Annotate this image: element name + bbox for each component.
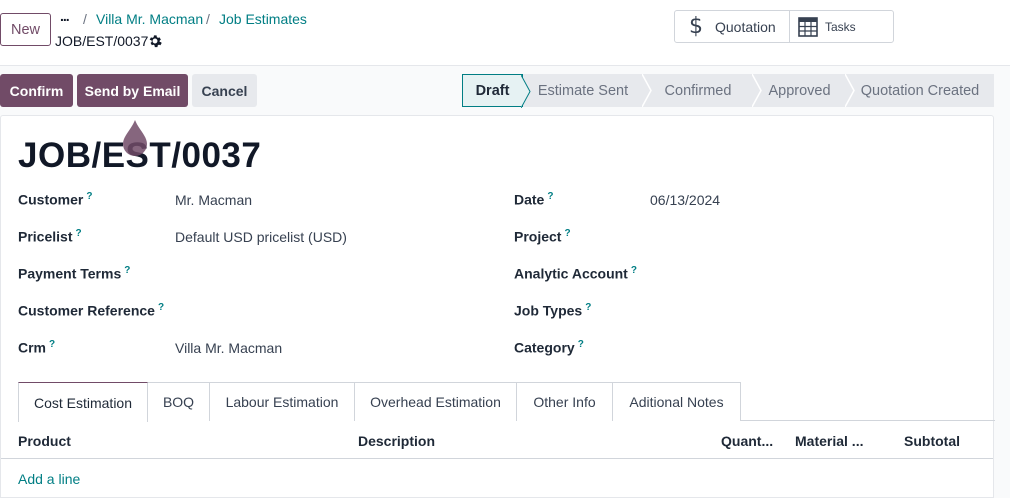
customer-label: Customer? <box>18 191 93 208</box>
job-types-label: Job Types? <box>514 302 592 319</box>
tab-cost-estimation[interactable]: Cost Estimation <box>18 382 148 422</box>
help-tooltip-icon[interactable]: ? <box>75 228 81 239</box>
help-tooltip-icon[interactable]: ? <box>158 302 164 313</box>
help-tooltip-icon[interactable]: ? <box>631 265 637 276</box>
cancel-button[interactable]: Cancel <box>192 74 257 107</box>
stage-label: Approved <box>768 82 831 99</box>
breadcrumb-link-villa[interactable]: Villa Mr. Macman <box>96 11 203 27</box>
help-tooltip-icon[interactable]: ? <box>86 191 92 202</box>
help-tooltip-icon[interactable]: ? <box>124 265 130 276</box>
stage-arrow <box>521 75 531 108</box>
stage-quotation-created[interactable]: Quotation Created <box>846 74 994 107</box>
pricelist-value[interactable]: Default USD pricelist (USD) <box>175 229 347 245</box>
stage-arrow <box>752 74 762 107</box>
dollar-icon: $ <box>689 14 703 39</box>
cursor-drop-icon <box>123 120 147 156</box>
tasks-smart-button[interactable]: Tasks <box>790 11 893 42</box>
tab-other-info[interactable]: Other Info <box>517 382 613 421</box>
project-label: Project? <box>514 228 571 245</box>
payment-terms-field[interactable] <box>175 266 475 284</box>
help-tooltip-icon[interactable]: ? <box>547 191 553 202</box>
stage-arrow <box>642 74 652 107</box>
customer-reference-label: Customer Reference? <box>18 302 165 319</box>
tab-aditional-notes[interactable]: Aditional Notes <box>613 382 741 421</box>
send-by-email-button[interactable]: Send by Email <box>77 74 188 107</box>
column-quantity[interactable]: Quant... <box>721 433 773 449</box>
customer-value[interactable]: Mr. Macman <box>175 192 252 208</box>
control-panel: New ... / Villa Mr. Macman / Job Estimat… <box>0 0 1010 66</box>
stage-arrow <box>845 74 855 107</box>
category-field[interactable] <box>650 340 950 358</box>
stage-label: Quotation Created <box>860 82 980 99</box>
table-header: Product Description Quant... Material ..… <box>1 421 993 459</box>
help-tooltip-icon[interactable]: ? <box>585 302 591 313</box>
quotation-smart-button[interactable]: $ Quotation <box>675 11 790 42</box>
analytic-account-field[interactable] <box>650 266 950 284</box>
add-a-line-link[interactable]: Add a line <box>18 471 80 487</box>
column-subtotal[interactable]: Subtotal <box>904 433 960 449</box>
help-tooltip-icon[interactable]: ? <box>578 339 584 350</box>
gear-icon[interactable] <box>148 34 162 48</box>
category-label: Category? <box>514 339 584 356</box>
record-name: JOB/EST/0037 <box>55 33 149 49</box>
column-description[interactable]: Description <box>358 433 435 449</box>
stage-confirmed[interactable]: Confirmed <box>643 74 762 107</box>
statusbar: Draft Estimate Sent Confirmed Approved Q… <box>462 74 994 108</box>
tab-labour-estimation[interactable]: Labour Estimation <box>210 382 355 421</box>
stage-label: Draft <box>475 82 510 99</box>
tasks-label: Tasks <box>825 19 856 34</box>
project-field[interactable] <box>650 229 950 247</box>
column-product[interactable]: Product <box>18 433 71 449</box>
stage-estimate-sent[interactable]: Estimate Sent <box>523 74 652 107</box>
date-value[interactable]: 06/13/2024 <box>650 192 720 208</box>
stage-label: Confirmed <box>664 82 732 99</box>
help-tooltip-icon[interactable]: ? <box>564 228 570 239</box>
tab-overhead-estimation[interactable]: Overhead Estimation <box>355 382 517 421</box>
confirm-button[interactable]: Confirm <box>0 74 73 107</box>
form-sheet: JOB/EST/0037 Customer? Mr. Macman Pricel… <box>0 115 995 498</box>
crm-value[interactable]: Villa Mr. Macman <box>175 340 282 356</box>
breadcrumb-separator: / <box>83 11 87 27</box>
breadcrumb-link-job-estimates[interactable]: Job Estimates <box>219 11 307 27</box>
notebook-tabs: Cost Estimation BOQ Labour Estimation Ov… <box>18 382 995 422</box>
quotation-label: Quotation <box>715 18 776 35</box>
payment-terms-label: Payment Terms? <box>18 265 131 282</box>
job-types-field[interactable] <box>650 303 950 321</box>
crm-label: Crm? <box>18 339 56 356</box>
calendar-grid-icon <box>798 16 818 37</box>
date-label: Date? <box>514 191 554 208</box>
help-tooltip-icon[interactable]: ? <box>49 339 55 350</box>
pricelist-label: Pricelist? <box>18 228 82 245</box>
analytic-account-label: Analytic Account? <box>514 265 637 282</box>
stage-draft[interactable]: Draft <box>462 74 531 108</box>
stage-approved[interactable]: Approved <box>753 74 855 107</box>
customer-reference-field[interactable] <box>175 303 475 321</box>
stage-label: Estimate Sent <box>537 82 629 99</box>
breadcrumb-separator: / <box>206 11 210 27</box>
smart-buttons: $ Quotation Tasks <box>674 10 894 43</box>
new-button[interactable]: New <box>0 13 51 46</box>
column-material[interactable]: Material ... <box>795 433 863 449</box>
breadcrumb-more-button[interactable]: ... <box>60 8 70 24</box>
tab-boq[interactable]: BOQ <box>148 382 210 421</box>
